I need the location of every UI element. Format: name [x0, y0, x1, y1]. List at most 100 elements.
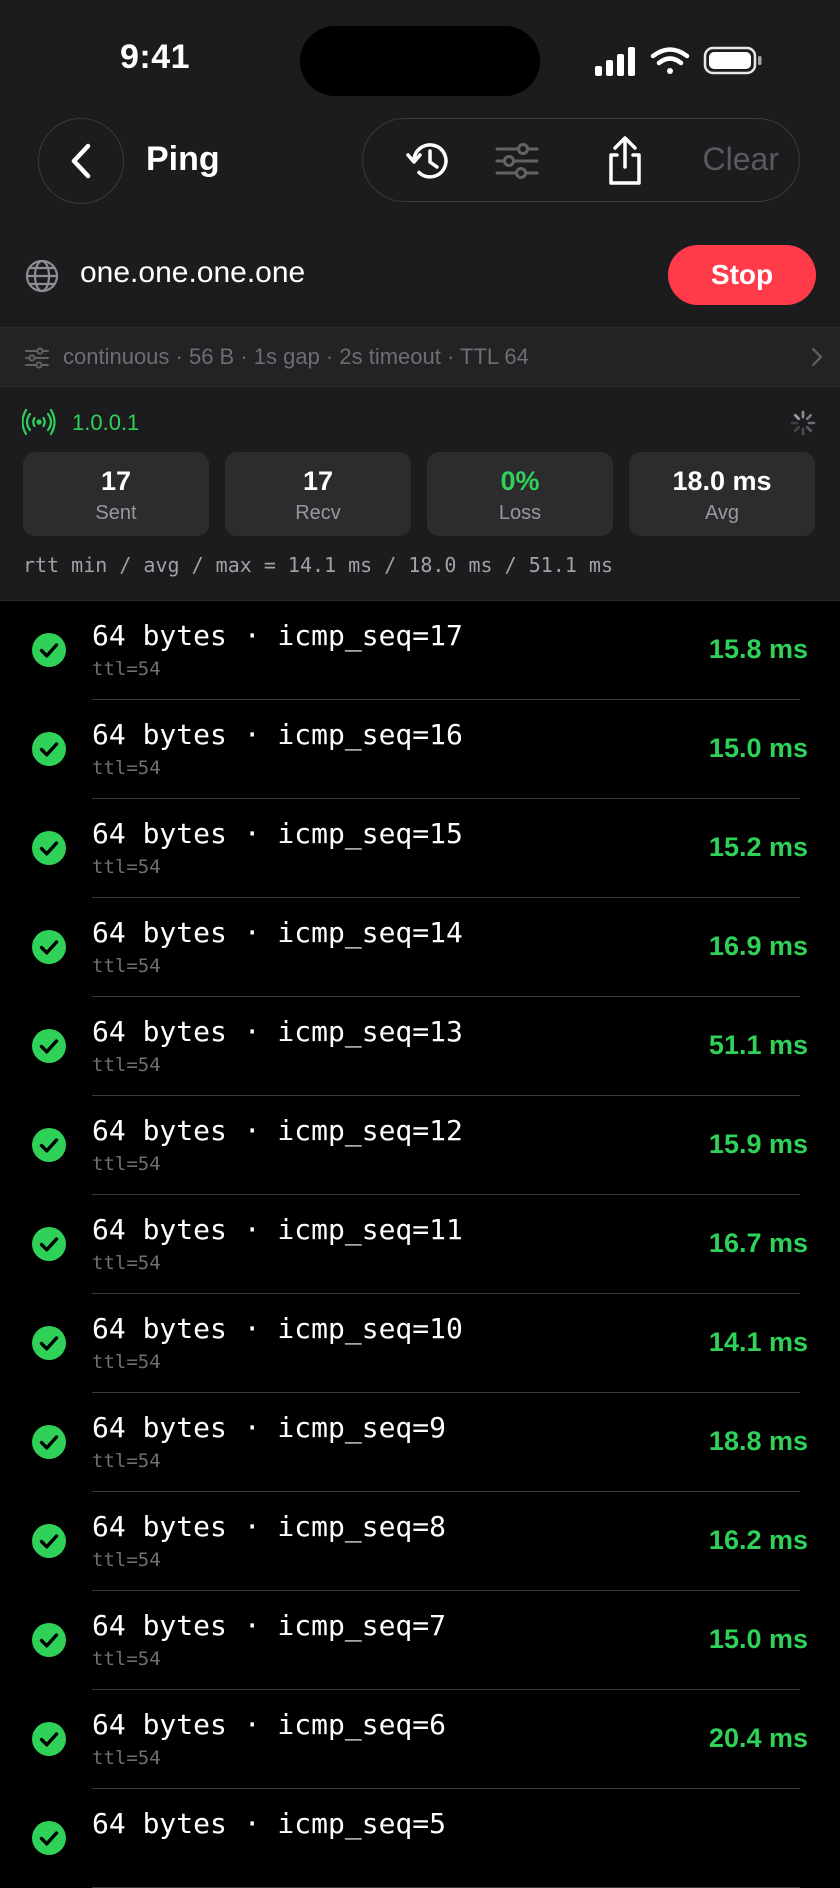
options-row[interactable]: continuous · 56 B · 1s gap · 2s timeout … — [0, 328, 840, 386]
list-item[interactable]: 64 bytes · icmp_seq=15 ttl=54 15.2 ms — [0, 799, 840, 898]
list-item[interactable]: 64 bytes · icmp_seq=8 ttl=54 16.2 ms — [0, 1492, 840, 1591]
share-icon — [601, 135, 649, 187]
list-item[interactable]: 64 bytes · icmp_seq=5 — [0, 1789, 840, 1888]
reply-ttl: ttl=54 — [92, 1747, 161, 1769]
check-circle-icon — [32, 831, 66, 865]
back-button[interactable] — [38, 118, 124, 204]
host-input[interactable]: one.one.one.one — [80, 256, 305, 290]
check-circle-icon — [32, 1029, 66, 1063]
check-circle-icon — [32, 1425, 66, 1459]
stat-value: 18.0 ms — [629, 466, 815, 497]
stat-label: Sent — [23, 502, 209, 525]
reply-title: 64 bytes · icmp_seq=7 — [92, 1609, 446, 1642]
reply-ttl: ttl=54 — [92, 1549, 161, 1571]
stat-avg: 18.0 ms Avg — [629, 452, 815, 536]
check-circle-icon — [32, 1524, 66, 1558]
reply-ttl: ttl=54 — [92, 955, 161, 977]
check-circle-icon — [32, 633, 66, 667]
list-item[interactable]: 64 bytes · icmp_seq=11 ttl=54 16.7 ms — [0, 1195, 840, 1294]
reply-time: 18.8 ms — [709, 1426, 808, 1457]
reply-title: 64 bytes · icmp_seq=13 — [92, 1015, 463, 1048]
check-circle-icon — [32, 1722, 66, 1756]
list-item[interactable]: 64 bytes · icmp_seq=13 ttl=54 51.1 ms — [0, 997, 840, 1096]
reply-time: 15.0 ms — [709, 1624, 808, 1655]
globe-icon — [24, 258, 60, 294]
reply-title: 64 bytes · icmp_seq=8 — [92, 1510, 446, 1543]
list-item[interactable]: 64 bytes · icmp_seq=14 ttl=54 16.9 ms — [0, 898, 840, 997]
stat-value: 17 — [225, 466, 411, 497]
list-item[interactable]: 64 bytes · icmp_seq=12 ttl=54 15.9 ms — [0, 1096, 840, 1195]
history-icon — [405, 137, 453, 185]
reply-ttl: ttl=54 — [92, 1153, 161, 1175]
sliders-icon — [24, 347, 50, 369]
reply-ttl: ttl=54 — [92, 1648, 161, 1670]
reply-title: 64 bytes · icmp_seq=12 — [92, 1114, 463, 1147]
dynamic-island — [300, 26, 540, 96]
stop-button[interactable]: Stop — [668, 245, 816, 305]
wifi-icon — [653, 50, 687, 75]
reply-ttl: ttl=54 — [92, 1351, 161, 1373]
share-button[interactable] — [601, 137, 649, 185]
signal-icon — [595, 47, 635, 76]
chevron-left-icon — [66, 142, 96, 180]
reply-title: 64 bytes · icmp_seq=14 — [92, 916, 463, 949]
check-circle-icon — [32, 930, 66, 964]
page-title: Ping — [146, 140, 220, 179]
stat-label: Loss — [427, 502, 613, 525]
reply-time: 20.4 ms — [709, 1723, 808, 1754]
reply-title: 64 bytes · icmp_seq=10 — [92, 1312, 463, 1345]
check-circle-icon — [32, 1128, 66, 1162]
check-circle-icon — [32, 1227, 66, 1261]
clear-button[interactable]: Clear — [703, 141, 779, 178]
stat-label: Avg — [629, 502, 815, 525]
reply-time: 15.2 ms — [709, 832, 808, 863]
header-panel: 9:41 Ping — [0, 0, 840, 601]
reply-time: 14.1 ms — [709, 1327, 808, 1358]
list-item[interactable]: 64 bytes · icmp_seq=16 ttl=54 15.0 ms — [0, 700, 840, 799]
check-circle-icon — [32, 1623, 66, 1657]
reply-time: 15.0 ms — [709, 733, 808, 764]
reply-time: 15.8 ms — [709, 634, 808, 665]
reply-ttl: ttl=54 — [92, 1450, 161, 1472]
reply-time: 16.9 ms — [709, 931, 808, 962]
status-icons — [590, 44, 766, 80]
history-button[interactable] — [405, 137, 453, 185]
list-item[interactable]: 64 bytes · icmp_seq=7 ttl=54 15.0 ms — [0, 1591, 840, 1690]
status-time: 9:41 — [120, 38, 190, 77]
chevron-right-icon — [810, 346, 824, 368]
rtt-summary: rtt min / avg / max = 14.1 ms / 18.0 ms … — [23, 553, 613, 577]
resolved-ip: 1.0.0.1 — [72, 410, 139, 436]
list-item[interactable]: 64 bytes · icmp_seq=9 ttl=54 18.8 ms — [0, 1393, 840, 1492]
stat-recv: 17 Recv — [225, 452, 411, 536]
reply-ttl: ttl=54 — [92, 1252, 161, 1274]
options-summary: continuous · 56 B · 1s gap · 2s timeout … — [63, 344, 529, 370]
settings-button[interactable] — [493, 137, 541, 185]
list-item[interactable]: 64 bytes · icmp_seq=17 ttl=54 15.8 ms — [0, 601, 840, 700]
stat-sent: 17 Sent — [23, 452, 209, 536]
reply-time: 15.9 ms — [709, 1129, 808, 1160]
reply-ttl: ttl=54 — [92, 1054, 161, 1076]
reply-time: 16.7 ms — [709, 1228, 808, 1259]
reply-title: 64 bytes · icmp_seq=6 — [92, 1708, 446, 1741]
list-item[interactable]: 64 bytes · icmp_seq=10 ttl=54 14.1 ms — [0, 1294, 840, 1393]
reply-title: 64 bytes · icmp_seq=15 — [92, 817, 463, 850]
sliders-icon — [493, 137, 541, 185]
divider — [0, 386, 840, 387]
reply-title: 64 bytes · icmp_seq=16 — [92, 718, 463, 751]
reply-title: 64 bytes · icmp_seq=5 — [92, 1807, 446, 1840]
reply-title: 64 bytes · icmp_seq=11 — [92, 1213, 463, 1246]
broadcast-icon — [22, 409, 56, 435]
battery-icon — [705, 48, 762, 73]
stat-loss: 0% Loss — [427, 452, 613, 536]
reply-list[interactable]: 64 bytes · icmp_seq=17ttl=5415.8 ms64 by… — [0, 601, 840, 1888]
check-circle-icon — [32, 1326, 66, 1360]
toolbar: Clear — [362, 118, 800, 202]
reply-time: 51.1 ms — [709, 1030, 808, 1061]
reply-title: 64 bytes · icmp_seq=9 — [92, 1411, 446, 1444]
reply-ttl: ttl=54 — [92, 757, 161, 779]
reply-ttl: ttl=54 — [92, 658, 161, 680]
reply-ttl: ttl=54 — [92, 856, 161, 878]
reply-title: 64 bytes · icmp_seq=17 — [92, 619, 463, 652]
reply-time: 16.2 ms — [709, 1525, 808, 1556]
list-item[interactable]: 64 bytes · icmp_seq=6 ttl=54 20.4 ms — [0, 1690, 840, 1789]
